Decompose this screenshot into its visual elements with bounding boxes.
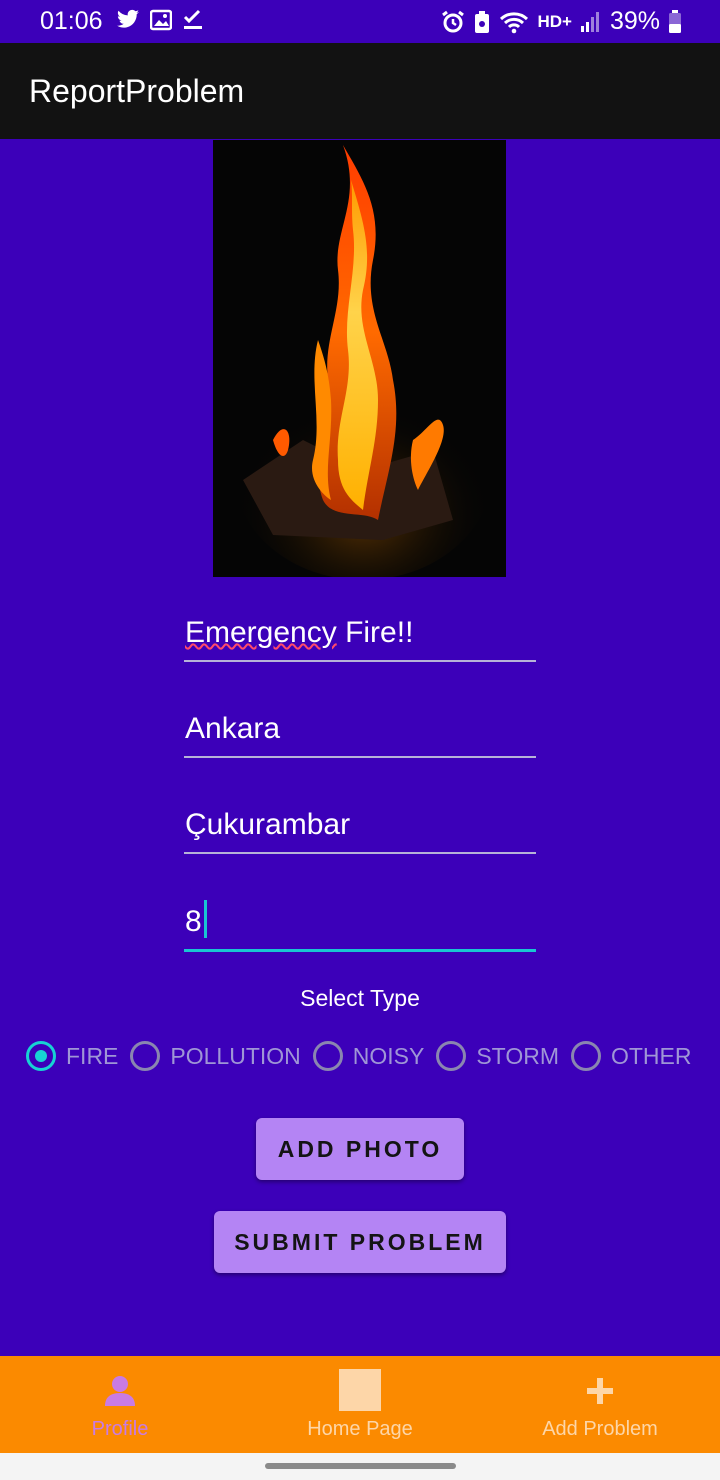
number-field-text: 8 (185, 905, 202, 938)
status-time: 01:06 (40, 7, 103, 35)
checkmark-icon (183, 9, 202, 29)
radio-button[interactable] (570, 1041, 601, 1071)
bottom-navigation: Profile Home Page Add Problem (0, 1356, 720, 1453)
radio-button[interactable] (312, 1041, 343, 1071)
person-icon (105, 1376, 135, 1406)
radio-label-other: OTHER (610, 1042, 692, 1069)
network-type: HD+ (537, 11, 572, 31)
city-field-value: Ankara (185, 712, 281, 745)
plus-icon (587, 1378, 613, 1404)
radio-noisy[interactable]: NOISY (312, 1041, 437, 1071)
select-type-label: Select Type (300, 985, 420, 1011)
status-left-icons (116, 9, 204, 31)
battery-saver-icon (475, 10, 490, 33)
nav-item-home[interactable]: Home Page (240, 1356, 480, 1453)
radio-button-checked[interactable] (26, 1041, 56, 1071)
nav-item-profile[interactable]: Profile (0, 1356, 240, 1453)
number-field[interactable]: 8 (184, 889, 536, 952)
wifi-icon (500, 11, 529, 33)
system-nav-bar (0, 1453, 720, 1480)
battery-icon (669, 9, 681, 33)
radio-pollution[interactable]: POLLUTION (130, 1041, 312, 1071)
title-field[interactable]: Emergency Fire!! (184, 600, 536, 662)
district-field-value: Çukurambar (185, 808, 351, 841)
title-word-misspelled: Emergency (185, 616, 337, 649)
signal-icon (580, 11, 599, 32)
radio-other[interactable]: OTHER (570, 1041, 692, 1071)
radio-label-pollution: POLLUTION (170, 1042, 301, 1069)
status-bar: 01:06 HD+ 39% (0, 0, 720, 43)
radio-label-storm: STORM (476, 1042, 559, 1069)
fire-image (213, 140, 506, 577)
city-field[interactable]: Ankara (184, 696, 536, 758)
radio-label-noisy: NOISY (352, 1042, 425, 1069)
home-indicator[interactable] (265, 1463, 456, 1469)
type-radio-group: FIRE POLLUTION NOISY STORM OTHER (26, 1038, 691, 1074)
submit-problem-button[interactable]: SUBMIT PROBLEM (214, 1211, 506, 1273)
problem-photo (213, 140, 506, 577)
battery-percent: 39% (609, 7, 660, 35)
gallery-icon (150, 9, 172, 31)
nav-label-home: Home Page (307, 1418, 413, 1440)
nav-label-profile: Profile (91, 1418, 149, 1440)
add-photo-button[interactable]: ADD PHOTO (256, 1118, 464, 1180)
app-bar: ReportProblem (0, 43, 720, 139)
nav-label-add-problem: Add Problem (542, 1418, 658, 1440)
number-field-value: 8 (185, 900, 207, 939)
title-word-rest: Fire!! (336, 616, 414, 649)
home-icon (339, 1369, 381, 1411)
alarm-icon (442, 10, 465, 32)
radio-label-fire: FIRE (66, 1042, 119, 1069)
twitter-icon (117, 9, 139, 28)
status-right: HD+ 39% (441, 7, 682, 36)
radio-button[interactable] (130, 1041, 161, 1071)
radio-button[interactable] (436, 1041, 467, 1071)
radio-fire[interactable]: FIRE (26, 1041, 130, 1071)
nav-item-add-problem[interactable]: Add Problem (480, 1356, 720, 1453)
title-field-value: Emergency Fire!! (185, 616, 413, 650)
text-cursor (203, 900, 207, 938)
district-field[interactable]: Çukurambar (184, 792, 536, 854)
radio-storm[interactable]: STORM (436, 1041, 571, 1071)
app-title: ReportProblem (29, 73, 245, 109)
